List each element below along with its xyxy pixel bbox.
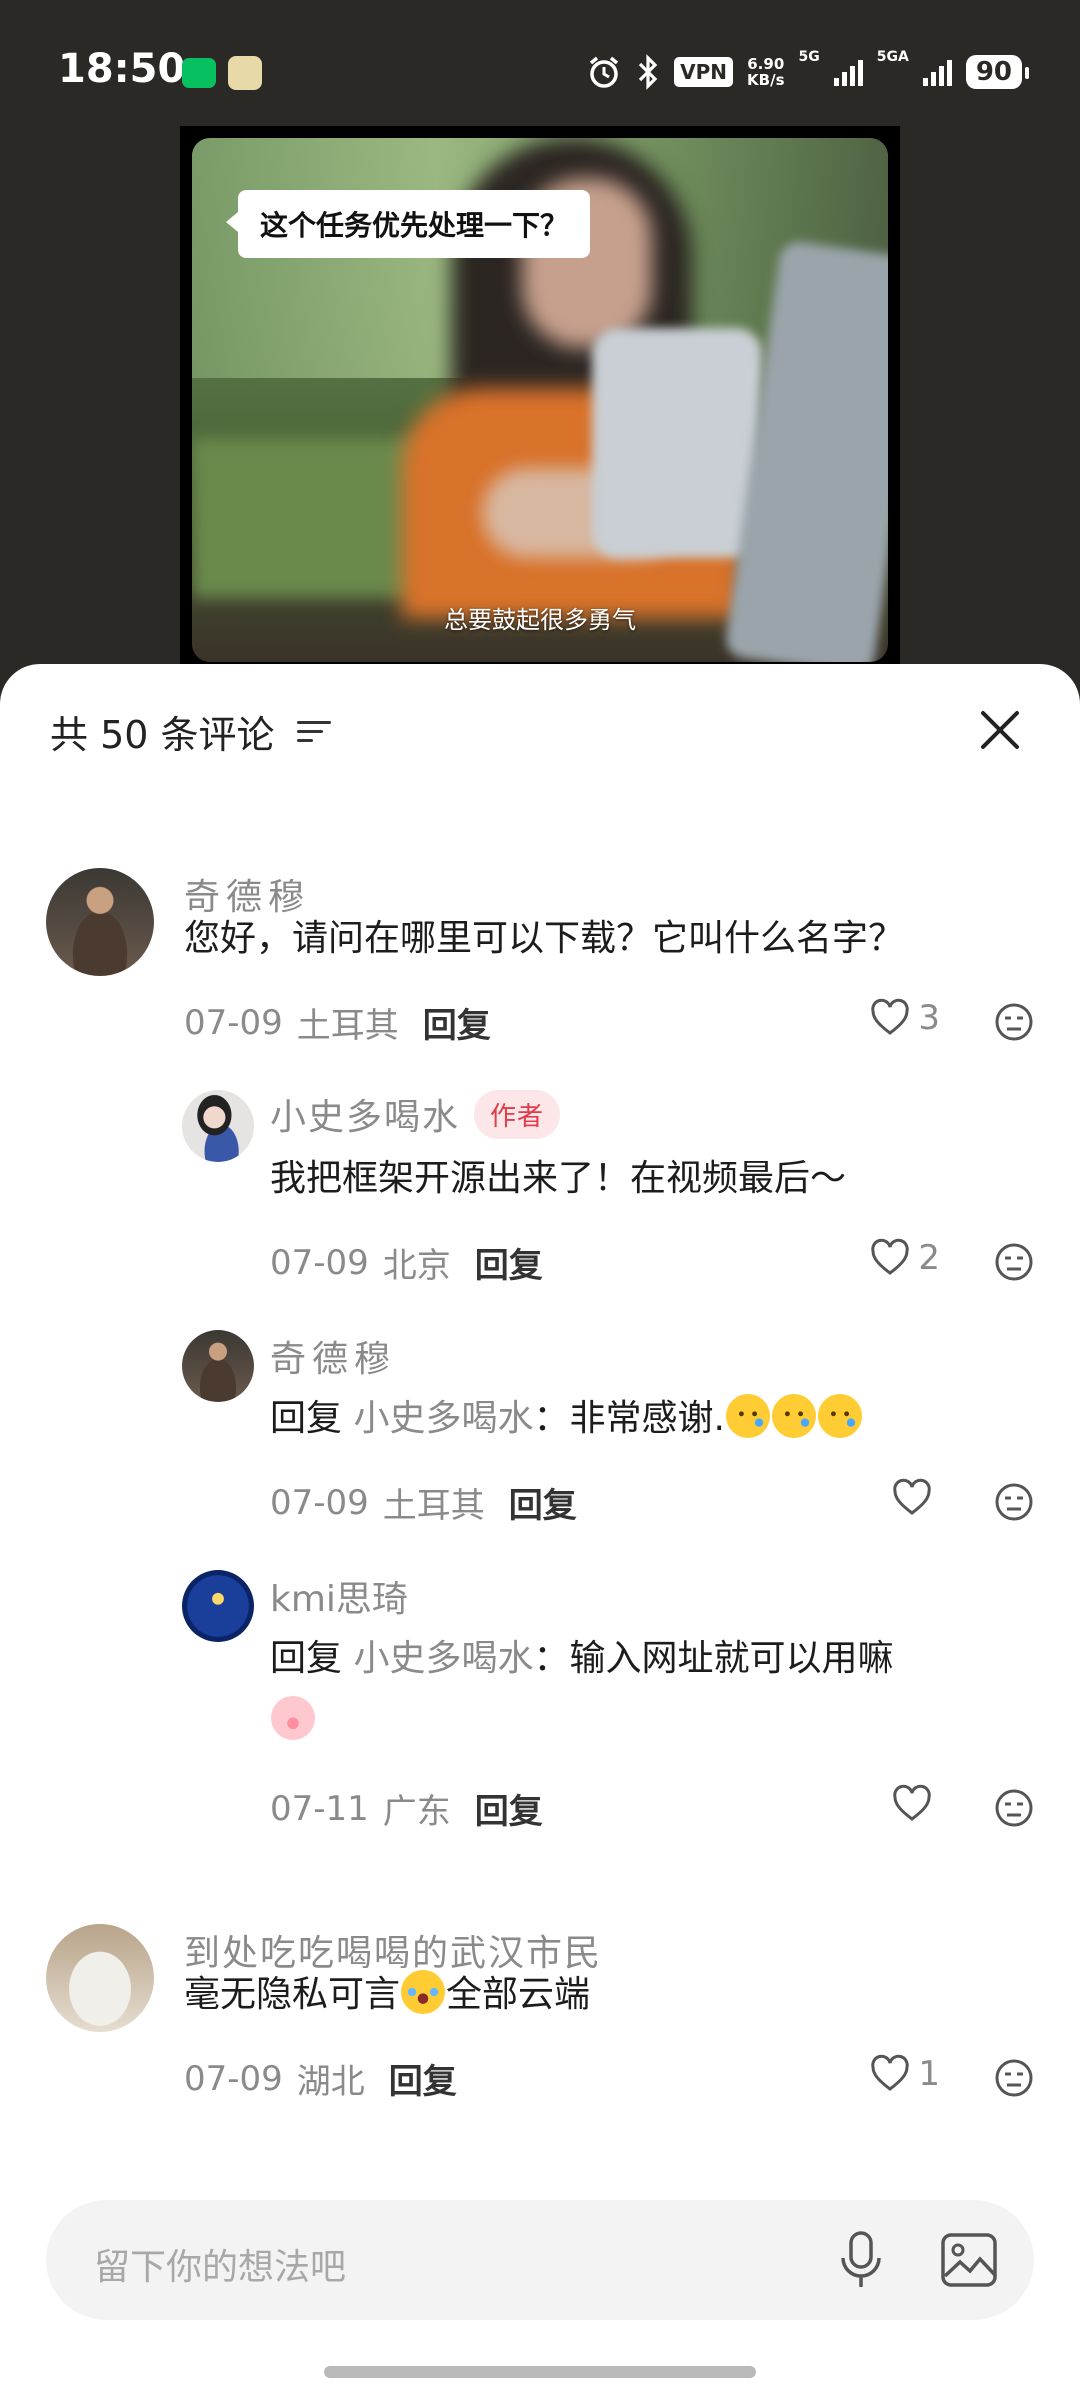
crying-emoji-icon: [771, 1394, 816, 1438]
comment-text: 我把框架开源出来了！在视频最后～: [270, 1158, 847, 1199]
heart-icon: [893, 1478, 931, 1515]
like-button[interactable]: 1: [870, 2054, 940, 2094]
close-icon[interactable]: [978, 708, 1022, 752]
dislike-face-icon[interactable]: [994, 1788, 1034, 1828]
mention-link[interactable]: 小史多喝水: [353, 1398, 533, 1439]
status-icons: VPN 6.90 KB/s 5G 5GA 90: [586, 49, 1030, 94]
signal-bars-icon: [922, 58, 952, 86]
sim1-label: 5G: [798, 49, 820, 65]
pig-emoji-icon: [271, 1696, 315, 1740]
status-bar: 18:50 VPN 6.90 KB/s 5G 5GA 90: [0, 0, 1080, 130]
like-button[interactable]: [892, 1784, 940, 1824]
comment-date: 07-09: [184, 2058, 283, 2099]
comment-date: 07-09: [184, 1002, 283, 1043]
heart-icon: [871, 998, 910, 1035]
comment-location: 广东: [382, 1792, 451, 1832]
crying-emoji-icon: [725, 1394, 770, 1438]
reply-body: ：输入网址就可以用嘛: [533, 1638, 894, 1679]
app-notification-icon: [228, 56, 262, 90]
reply-prefix: 回复: [270, 1398, 343, 1439]
comment-text: 毫无隐私可言 全部云端: [184, 1964, 590, 2026]
like-button[interactable]: [892, 1478, 940, 1518]
signal-bars-icon: [833, 58, 863, 86]
wechat-notification-icon: [182, 58, 216, 88]
sim2-label: 5GA: [876, 49, 909, 65]
filter-icon[interactable]: [296, 717, 331, 747]
heart-icon: [893, 1784, 931, 1821]
image-icon[interactable]: [940, 2232, 998, 2288]
crying-emoji-icon: [817, 1394, 862, 1438]
comment-meta: 07-09 土耳其 回复: [184, 998, 491, 1047]
comment-meta: 07-09 湖北 回复: [184, 2054, 457, 2103]
reply-button[interactable]: 回复: [509, 1478, 577, 1527]
dislike-face-icon[interactable]: [994, 1482, 1034, 1522]
comment-author[interactable]: kmi思琦: [270, 1570, 408, 1622]
avatar[interactable]: [46, 1924, 154, 2032]
comment-input[interactable]: 留下你的想法吧: [46, 2200, 1034, 2320]
mention-link[interactable]: 小史多喝水: [353, 1638, 533, 1679]
comment-input-placeholder: 留下你的想法吧: [94, 2247, 347, 2288]
battery-indicator: 90: [965, 55, 1030, 89]
avatar[interactable]: [182, 1090, 254, 1162]
video-player[interactable]: 这个任务优先处理一下？ 总要鼓起很多勇气: [180, 126, 900, 674]
avatar[interactable]: [182, 1330, 254, 1402]
like-count: 2: [918, 1238, 940, 1278]
comment-location: 土耳其: [296, 1006, 399, 1046]
avatar[interactable]: [46, 868, 154, 976]
comment-location: 北京: [382, 1246, 451, 1286]
comment-text: 回复 小史多喝水：非常感谢.: [270, 1388, 863, 1450]
author-name[interactable]: 小史多喝水: [270, 1088, 460, 1140]
dislike-face-icon[interactable]: [994, 1002, 1034, 1042]
reply-button[interactable]: 回复: [475, 1784, 543, 1833]
comment-date: 07-11: [270, 1788, 369, 1829]
reply-button[interactable]: 回复: [423, 998, 491, 1047]
comment-date: 07-09: [270, 1242, 369, 1283]
wailing-emoji-icon: [401, 1970, 446, 2014]
status-time: 18:50: [58, 46, 186, 92]
reply-prefix: 回复: [270, 1638, 343, 1679]
reply-button[interactable]: 回复: [389, 2054, 457, 2103]
comment-sheet: 共 50 条评论 奇德穆 您好，请问在哪里可以下载？它叫什么名字？ 07-09 …: [0, 664, 1080, 2400]
network-speed: 6.90 KB/s: [747, 56, 784, 88]
network-speed-unit: KB/s: [747, 71, 785, 89]
heart-icon: [871, 1238, 910, 1275]
author-tag-badge: 作者: [474, 1089, 561, 1139]
like-button[interactable]: 2: [870, 1238, 940, 1278]
comment-meta: 07-11 广东 回复: [270, 1784, 543, 1833]
like-count: 1: [918, 2054, 940, 2094]
comment-date: 07-09: [270, 1482, 369, 1523]
comment-count-title: 共 50 条评论: [50, 713, 275, 757]
heart-icon: [871, 2054, 910, 2091]
bluetooth-icon: [639, 54, 658, 90]
comment-count-header: 共 50 条评论: [50, 704, 331, 759]
comment-text-part: 毫无隐私可言: [184, 1974, 401, 2015]
alarm-icon: [590, 56, 619, 88]
comment-location: 土耳其: [382, 1486, 485, 1526]
reply-button[interactable]: 回复: [475, 1238, 543, 1287]
dislike-face-icon[interactable]: [994, 2058, 1034, 2098]
comment-text-part: 全部云端: [446, 1974, 591, 2015]
dislike-face-icon[interactable]: [994, 1242, 1034, 1282]
like-button[interactable]: 3: [870, 998, 940, 1038]
comment-meta: 07-09 北京 回复: [270, 1238, 543, 1287]
video-speech-bubble: 这个任务优先处理一下？: [225, 190, 591, 258]
vpn-badge: VPN: [674, 57, 734, 87]
video-subtitle: 总要鼓起很多勇气: [444, 606, 636, 634]
comment-text: 您好，请问在哪里可以下载？它叫什么名字？: [184, 918, 905, 959]
avatar[interactable]: [182, 1570, 254, 1642]
comment-location: 湖北: [296, 2062, 365, 2102]
video-frame: 这个任务优先处理一下？ 总要鼓起很多勇气: [192, 138, 888, 662]
comment-text: 回复 小史多喝水：输入网址就可以用嘛: [270, 1628, 1030, 1752]
comment-meta: 07-09 土耳其 回复: [270, 1478, 577, 1527]
reply-body: ：非常感谢.: [533, 1398, 725, 1439]
comment-author: 小史多喝水 作者: [270, 1088, 561, 1140]
like-count: 3: [918, 998, 940, 1038]
microphone-icon[interactable]: [836, 2230, 886, 2290]
home-indicator[interactable]: [324, 2366, 756, 2378]
comment-author[interactable]: 奇德穆: [270, 1330, 396, 1382]
